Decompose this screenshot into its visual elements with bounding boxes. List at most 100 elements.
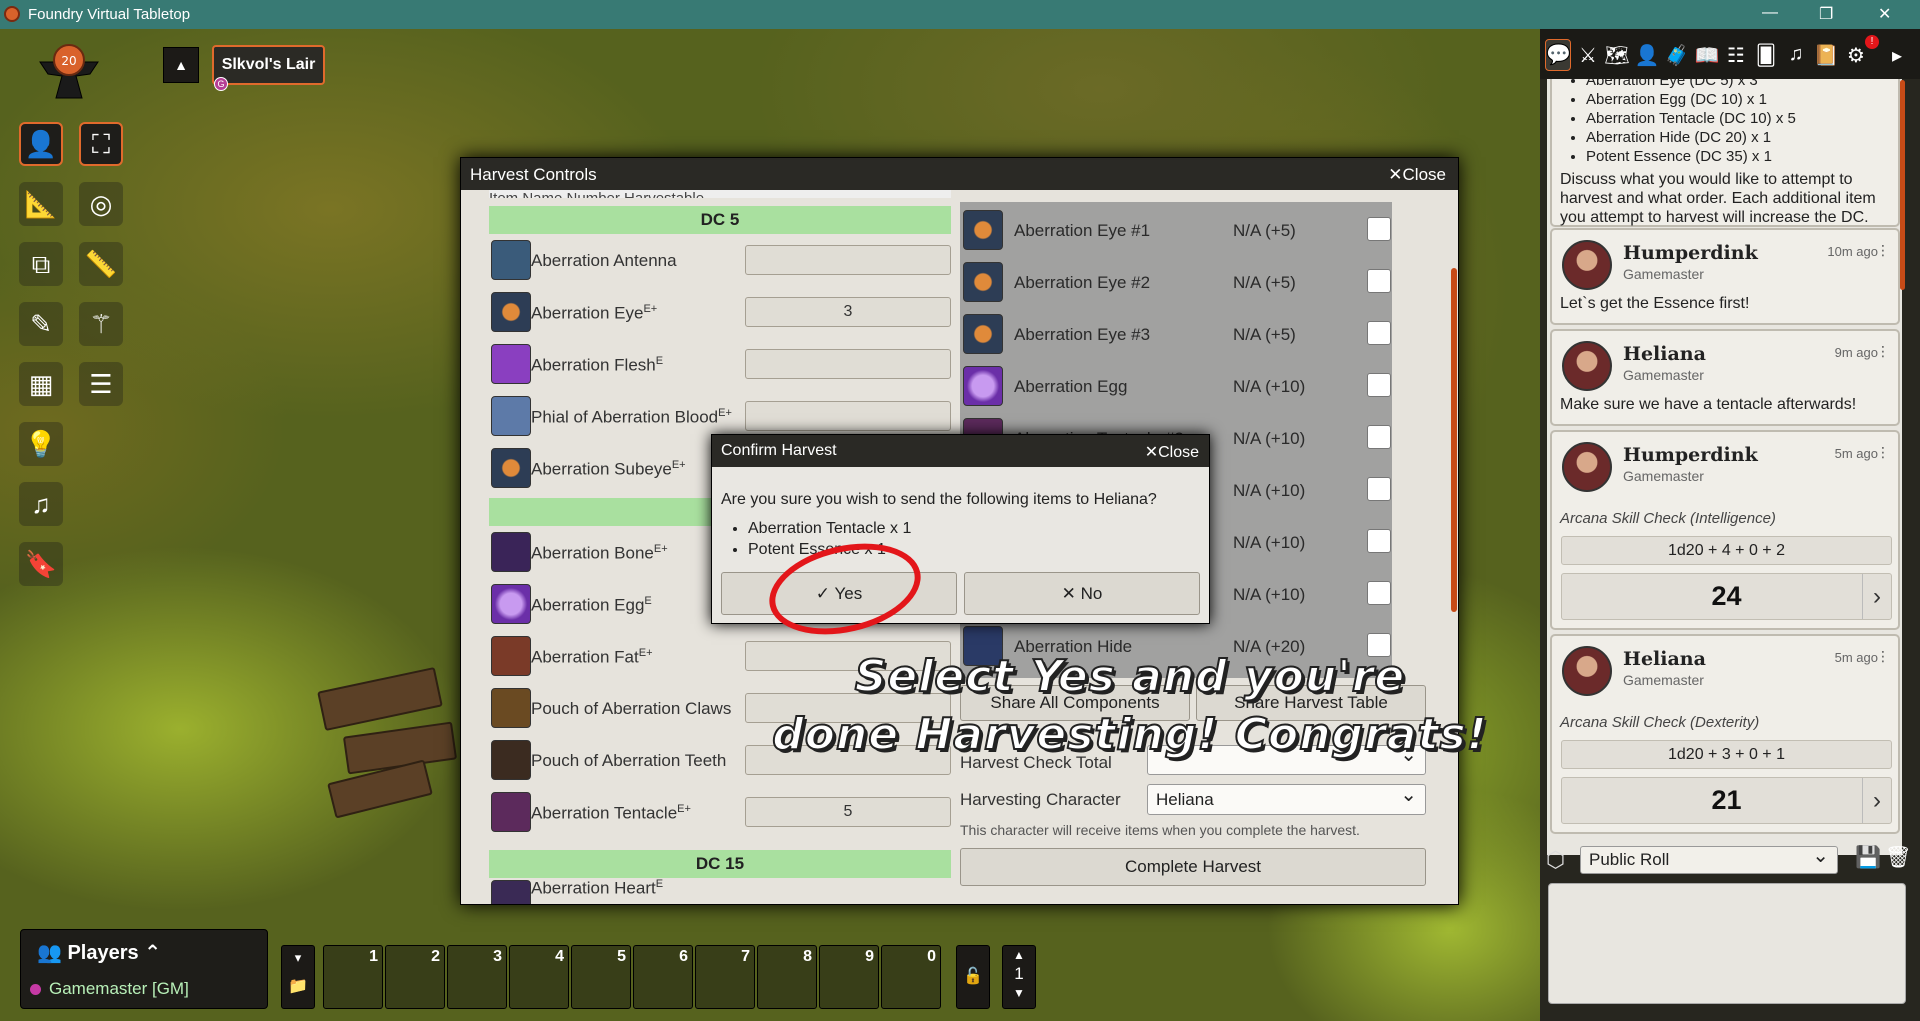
macro-slot[interactable]: 2 [385, 945, 445, 1009]
item-name: Aberration TentacleE+ [531, 803, 691, 823]
lighting-controls-icon[interactable]: 💡 [19, 422, 63, 466]
wall-controls-icon[interactable]: ▦ [19, 362, 63, 406]
list-icon[interactable]: ☰ [79, 362, 123, 406]
measure-controls-icon[interactable]: 📐 [19, 182, 63, 226]
foundry-logo-icon[interactable]: 20 [36, 40, 102, 104]
chevron-up-icon[interactable]: ⌃ [139, 942, 161, 964]
hotbar-lock-icon[interactable]: 🔓 [956, 945, 990, 1009]
tables-tab-icon[interactable]: ☷ [1723, 43, 1749, 68]
chevron-right-icon[interactable]: › [1862, 574, 1881, 619]
chat-tab-icon[interactable]: 💬 [1545, 39, 1571, 71]
message-role: Gamemaster [1623, 672, 1704, 688]
chevron-right-icon[interactable]: › [1862, 778, 1881, 823]
macro-slot[interactable]: 3 [447, 945, 507, 1009]
macro-slot[interactable]: 6 [633, 945, 693, 1009]
list-item: Aberration Tentacle x 1 [748, 520, 911, 541]
harvest-checkbox[interactable] [1367, 477, 1391, 501]
no-button[interactable]: ✕ No [964, 572, 1200, 615]
trash-icon[interactable]: 🗑 [1885, 846, 1912, 870]
restore-button[interactable]: ❐ [1819, 4, 1833, 24]
confirm-close-button[interactable]: ✕Close [1145, 442, 1199, 462]
item-count-input[interactable]: 3 [745, 297, 951, 327]
item-count-input[interactable] [745, 349, 951, 379]
item-count-input[interactable] [745, 245, 951, 275]
dice-total[interactable]: 21 › [1561, 777, 1892, 824]
harvest-checkbox[interactable] [1367, 581, 1391, 605]
message-menu-icon[interactable]: ⋮ [1876, 444, 1890, 461]
harvest-close-button[interactable]: ✕Close [1388, 165, 1446, 185]
save-icon[interactable]: 💾 [1855, 846, 1881, 870]
players-header[interactable]: 👥 Players ⌃ [37, 940, 161, 965]
harvest-dc: N/A (+10) [1233, 585, 1306, 604]
settings-tab-icon[interactable]: ⚙ [1843, 43, 1869, 68]
chat-log[interactable]: Aberration Eye (DC 5) x 3 Aberration Egg… [1547, 79, 1902, 855]
roll-mode-select[interactable]: Public Roll [1580, 843, 1838, 874]
avatar [1562, 341, 1612, 391]
eye-icon [963, 262, 1003, 302]
compendium-tab-icon[interactable]: 📔 [1813, 43, 1839, 68]
chat-message-input[interactable] [1548, 883, 1906, 1004]
cards-tab-icon[interactable]: 🂠 [1753, 43, 1779, 68]
page-down-icon[interactable]: ▼ [1003, 986, 1035, 1000]
message-menu-icon[interactable]: ⋮ [1876, 343, 1890, 360]
harvest-row: Aberration Eye #2 N/A (+5) [962, 256, 1391, 308]
harvest-checkbox[interactable] [1367, 321, 1391, 345]
ruler-icon[interactable]: 📏 [79, 242, 123, 286]
journal-tab-icon[interactable]: 📖 [1694, 43, 1720, 68]
confirm-dialog-header[interactable]: Confirm Harvest ✕Close [712, 435, 1209, 467]
scene-nav-toggle[interactable]: ▲ [163, 47, 199, 83]
message-menu-icon[interactable]: ⋮ [1876, 242, 1890, 259]
token-controls-icon[interactable]: 👤 [19, 122, 63, 166]
item-count-input[interactable]: 5 [745, 797, 951, 827]
macro-slot[interactable]: 8 [757, 945, 817, 1009]
harvest-checkbox[interactable] [1367, 269, 1391, 293]
wooden-plank [317, 666, 443, 732]
minimize-button[interactable]: — [1762, 4, 1778, 22]
dice-formula[interactable]: 1d20 + 4 + 0 + 2 [1561, 536, 1892, 565]
dice-formula[interactable]: 1d20 + 3 + 0 + 1 [1561, 740, 1892, 769]
complete-harvest-button[interactable]: Complete Harvest [960, 848, 1426, 886]
magic-wand-icon[interactable]: ⚚ [79, 302, 123, 346]
macro-slot[interactable]: 4 [509, 945, 569, 1009]
item-count-input[interactable] [745, 401, 951, 431]
d20-icon[interactable]: ⬡ [1546, 847, 1565, 873]
macro-slot[interactable]: 0 [881, 945, 941, 1009]
macro-slot[interactable]: 1 [323, 945, 383, 1009]
notes-bookmark-icon[interactable]: 🔖 [19, 542, 63, 586]
page-up-icon[interactable]: ▲ [1003, 948, 1035, 962]
harvest-checkbox[interactable] [1367, 529, 1391, 553]
macro-slot[interactable]: 9 [819, 945, 879, 1009]
harvesting-character-select[interactable]: Heliana [1147, 781, 1426, 815]
harvest-scrollbar[interactable] [1451, 268, 1457, 612]
item-name: Aberration FleshE [531, 355, 664, 375]
items-tab-icon[interactable]: 🧳 [1664, 43, 1690, 68]
sound-controls-icon[interactable]: ♫ [19, 482, 63, 526]
harvest-window-title: Harvest Controls [470, 165, 597, 184]
harvest-item-name: Aberration Egg [1014, 377, 1128, 396]
actors-tab-icon[interactable]: 👤 [1634, 43, 1660, 68]
close-window-button[interactable]: ✕ [1878, 4, 1891, 24]
target-icon[interactable]: ◎ [79, 182, 123, 226]
harvest-checkbox[interactable] [1367, 373, 1391, 397]
close-icon: ✕ [1144, 444, 1159, 461]
chevron-down-icon[interactable]: ▾ [282, 950, 314, 966]
folder-icon[interactable]: 📁 [282, 976, 314, 996]
message-menu-icon[interactable]: ⋮ [1876, 648, 1890, 665]
macro-slot[interactable]: 5 [571, 945, 631, 1009]
drawing-tools-icon[interactable]: ✎ [19, 302, 63, 346]
playlists-tab-icon[interactable]: ♫ [1783, 43, 1809, 66]
dice-total[interactable]: 24 › [1561, 573, 1892, 620]
chat-scrollbar[interactable] [1900, 80, 1905, 290]
scene-tab[interactable]: Slkvol's Lair [212, 45, 325, 85]
svg-text:20: 20 [61, 54, 76, 68]
combat-tab-icon[interactable]: ⚔ [1575, 43, 1601, 68]
macro-slot[interactable]: 7 [695, 945, 755, 1009]
harvest-checkbox[interactable] [1367, 217, 1391, 241]
harvest-checkbox[interactable] [1367, 425, 1391, 449]
tile-controls-icon[interactable]: ⧉ [19, 242, 63, 286]
select-tokens-icon[interactable]: ⛶ [79, 122, 123, 166]
collapse-sidebar-icon[interactable]: ▸ [1884, 43, 1910, 68]
bone-icon [491, 532, 531, 572]
harvest-window-header[interactable]: Harvest Controls ✕Close [461, 158, 1458, 190]
scenes-tab-icon[interactable]: 🗺 [1604, 43, 1630, 68]
